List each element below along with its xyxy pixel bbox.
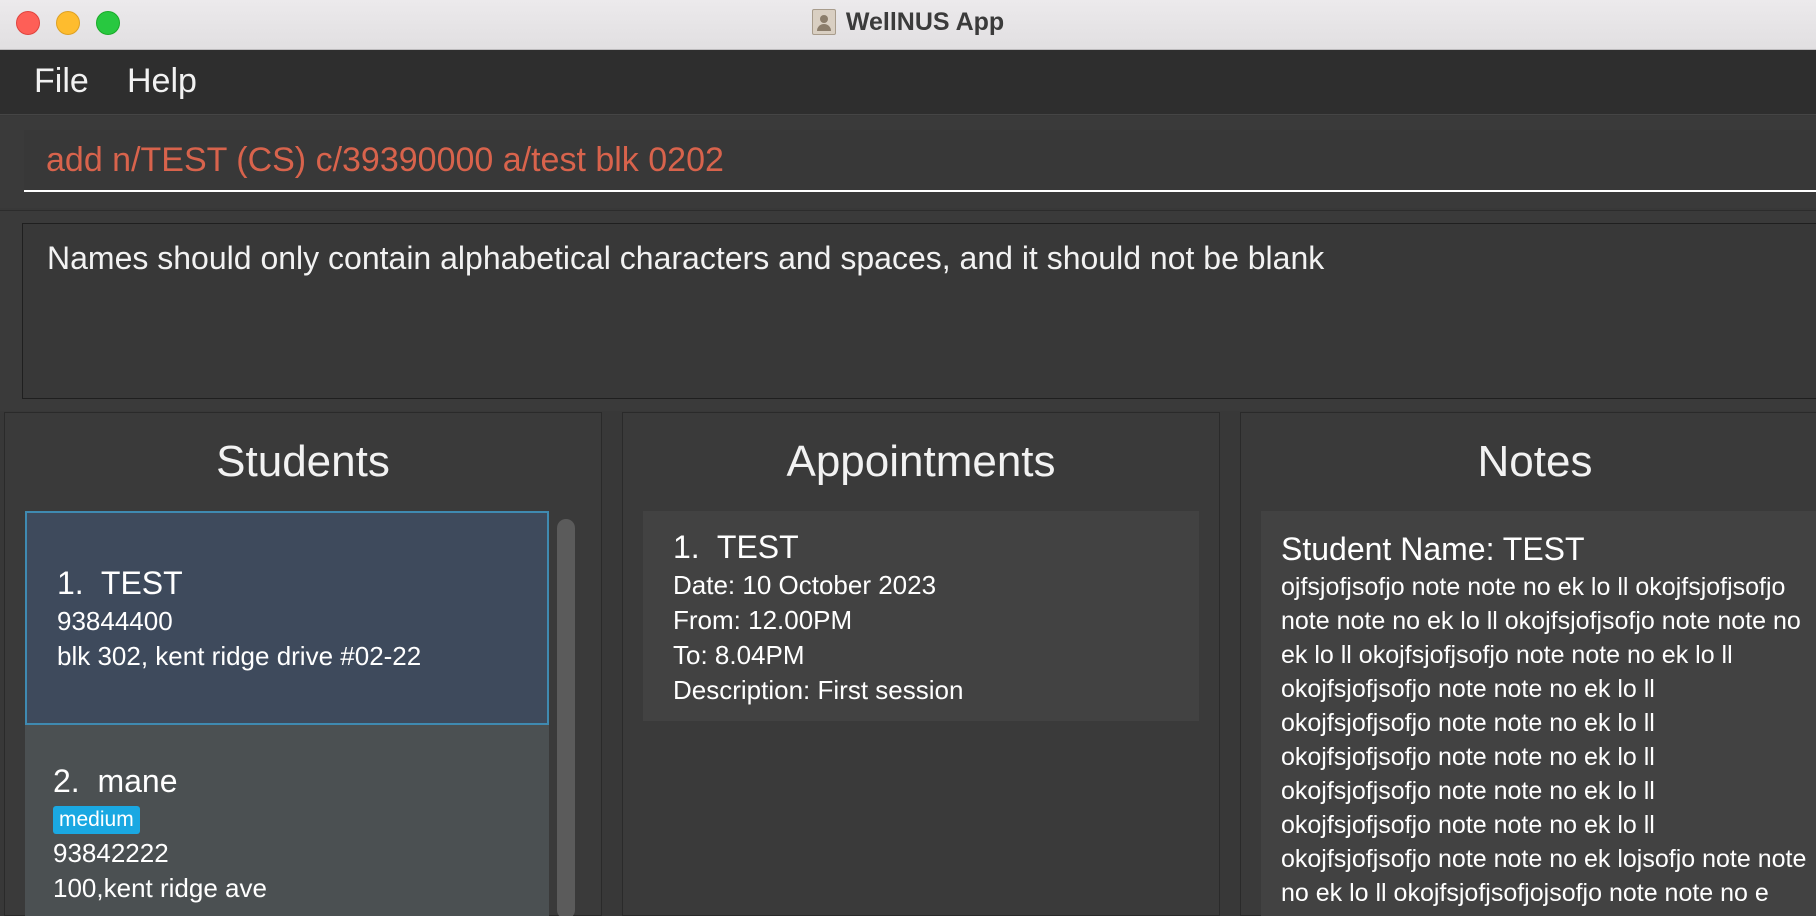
student-card[interactable]: 1. TEST 93844400 blk 302, kent ridge dri… — [25, 511, 549, 725]
student-name: mane — [97, 763, 178, 799]
notes-panel: Notes Student Name: TEST ojfsjofjsofjo n… — [1240, 412, 1816, 916]
note-student-name: Student Name: TEST — [1281, 531, 1585, 567]
appointment-index-name: 1. TEST — [673, 529, 1199, 566]
command-input[interactable] — [24, 130, 1816, 192]
window-title: WellNUS App — [845, 7, 1005, 36]
student-address: 100,kent ridge ave — [53, 873, 267, 903]
appointment-from: From: 12.00PM — [673, 605, 853, 635]
title-wrap: WellNUS App — [0, 0, 1816, 44]
result-message: Names should only contain alphabetical c… — [47, 240, 1325, 276]
risk-level-tag: medium — [53, 806, 140, 834]
appointments-panel: Appointments 1. TEST Date: 10 October 20… — [622, 412, 1220, 916]
address-book-icon — [811, 9, 836, 35]
students-panel: Students 1. TEST 93844400 blk 302, kent … — [4, 412, 602, 916]
appointment-date: Date: 10 October 2023 — [673, 570, 937, 600]
menu-file[interactable]: File — [34, 62, 89, 101]
student-index-name: 1. TEST — [57, 565, 547, 602]
appointment-to: To: 8.04PM — [673, 640, 805, 670]
appointment-card[interactable]: 1. TEST Date: 10 October 2023 From: 12.0… — [643, 511, 1199, 721]
notes-panel-title: Notes — [1477, 437, 1593, 486]
result-display: Names should only contain alphabetical c… — [22, 223, 1816, 399]
student-name: TEST — [100, 565, 183, 601]
result-display-container: Names should only contain alphabetical c… — [0, 210, 1816, 411]
student-address: blk 302, kent ridge drive #02-22 — [57, 641, 422, 671]
command-box-container — [0, 116, 1816, 208]
student-index: 1. — [57, 565, 84, 601]
appointment-description: Description: First session — [673, 675, 964, 705]
student-card[interactable]: 2. mane medium 93842222 100,kent ridge a… — [25, 725, 549, 916]
app-window: WellNUS App File Help Names should only … — [0, 0, 1816, 916]
note-card[interactable]: Student Name: TEST ojfsjofjsofjo note no… — [1261, 511, 1816, 916]
student-index-name: 2. mane — [53, 763, 549, 800]
appointment-index: 1. — [673, 529, 700, 565]
title-bar: WellNUS App — [0, 0, 1816, 50]
student-index: 2. — [53, 763, 80, 799]
appointment-student-name: TEST — [716, 529, 799, 565]
student-phone: 93844400 — [57, 606, 173, 636]
students-panel-title: Students — [216, 437, 390, 486]
appointments-panel-title: Appointments — [786, 437, 1056, 486]
note-content: ojfsjofjsofjo note note no ek lo ll okoj… — [1281, 573, 1807, 907]
menu-help[interactable]: Help — [127, 62, 197, 101]
student-phone: 93842222 — [53, 838, 169, 868]
students-scrollbar[interactable] — [557, 519, 575, 916]
menu-bar: File Help — [0, 50, 1816, 115]
